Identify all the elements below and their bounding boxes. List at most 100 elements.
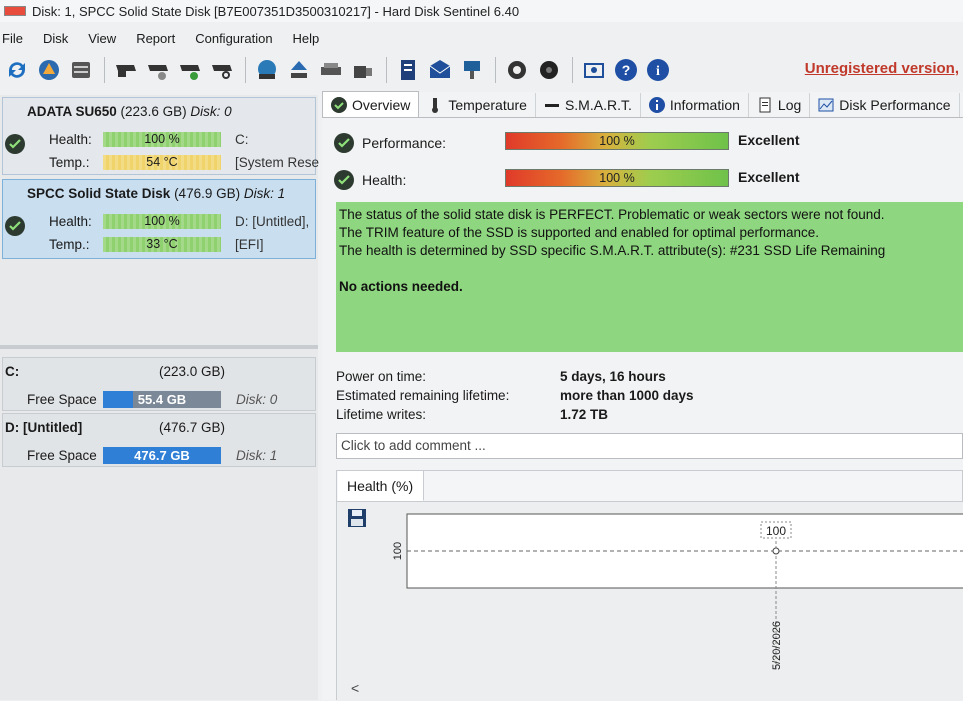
disk-list-icon[interactable] [66, 55, 96, 85]
x-tick-label: 5/20/2026 [771, 621, 783, 670]
performance-label: Performance: [362, 135, 447, 151]
hdd-icon[interactable] [111, 55, 141, 85]
drives-icon[interactable] [316, 55, 346, 85]
sound-icon[interactable] [534, 55, 564, 85]
menu-help[interactable]: Help [291, 31, 332, 46]
disk-size: (476.9 GB) [174, 186, 241, 201]
power-on-value: 5 days, 16 hours [560, 369, 666, 384]
hdd-schedule-icon[interactable] [143, 55, 173, 85]
camera-icon[interactable] [579, 55, 609, 85]
status-line: The health is determined by SSD specific… [339, 243, 886, 258]
panel-splitter[interactable] [0, 345, 318, 349]
window-title: Disk: 1, SPCC Solid State Disk [B7E00735… [32, 3, 520, 19]
disk-card-0[interactable]: ADATA SU650 (223.6 GB) Disk: 0 Health: 1… [2, 97, 320, 175]
power-on-label: Power on time: [336, 369, 427, 384]
toolbar-separator [245, 57, 246, 83]
volume-c[interactable]: C: (223.0 GB) Free Space 55.4 GB Disk: 0 [2, 357, 316, 411]
hdd-search-icon[interactable] [207, 55, 237, 85]
volume-d[interactable]: D: [Untitled] (476.7 GB) Free Space 476.… [2, 413, 316, 467]
thermometer-icon [427, 97, 443, 113]
lifetime-value: more than 1000 days [560, 388, 694, 403]
health-row: Health: [334, 168, 502, 192]
comment-field[interactable]: Click to add comment ... [336, 433, 963, 459]
gear-icon[interactable] [502, 55, 532, 85]
health-chart: 100 100 5/20/2026 [392, 513, 963, 670]
volume-size: (476.7 GB) [159, 420, 226, 435]
status-line: The TRIM feature of the SSD is supported… [339, 225, 820, 240]
free-space-value: 55.4 GB [137, 392, 187, 407]
network-icon[interactable] [457, 55, 487, 85]
usb-drive-icon[interactable] [348, 55, 378, 85]
check-circle-icon [331, 96, 347, 113]
free-space-value: 476.7 GB [134, 448, 190, 463]
health-chart-area: 100 100 5/20/2026 < [337, 501, 963, 701]
free-space-fill [103, 391, 133, 408]
email-icon[interactable] [425, 55, 455, 85]
disk-size: (223.6 GB) [120, 104, 187, 119]
tab-health-chart[interactable]: Health (%) [338, 471, 424, 501]
free-space-bar: 55.4 GB [103, 391, 221, 408]
disk-name: SPCC Solid State Disk [27, 186, 171, 201]
y-tick-label: 100 [392, 542, 404, 560]
tab-overview[interactable]: Overview [322, 91, 420, 117]
title-bar: Disk: 1, SPCC Solid State Disk [B7E00735… [0, 0, 963, 22]
report-icon[interactable] [393, 55, 423, 85]
volume-disk: Disk: 0 [236, 392, 278, 407]
toolbar-separator [572, 57, 573, 83]
toolbar-separator [386, 57, 387, 83]
alert-refresh-icon[interactable] [34, 55, 64, 85]
eject-icon[interactable] [284, 55, 314, 85]
health-label: Health: [362, 172, 407, 188]
globe-disk-icon[interactable] [252, 55, 282, 85]
menu-disk[interactable]: Disk [41, 31, 80, 46]
disk-card-1[interactable]: SPCC Solid State Disk (476.9 GB) Disk: 1… [2, 179, 316, 259]
tab-information[interactable]: Information [641, 93, 749, 117]
health-rating: Excellent [738, 169, 800, 185]
tab-label: Log [777, 97, 802, 113]
scroll-left-icon[interactable]: < [351, 680, 359, 696]
info-icon[interactable]: i [643, 55, 673, 85]
tab-log[interactable]: Log [749, 93, 811, 117]
tab-disk-performance[interactable]: Disk Performance [810, 93, 960, 117]
volume-name: C: [5, 364, 20, 379]
tab-temperature[interactable]: Temperature [419, 93, 536, 117]
status-line: The status of the solid state disk is PE… [339, 207, 885, 222]
dash-icon [544, 97, 560, 113]
document-icon [757, 97, 773, 113]
volume-label-2: [System Rese [235, 155, 320, 170]
menu-file[interactable]: File [0, 31, 35, 46]
unregistered-link[interactable]: Unregistered version, [805, 60, 959, 77]
health-chart-panel: Health (%) 100 100 5/20/2026 < [336, 470, 963, 701]
volume-label: C: [235, 132, 249, 147]
svg-text:?: ? [622, 62, 631, 78]
refresh-icon[interactable] [2, 55, 32, 85]
free-space-label: Free Space [27, 448, 97, 463]
menu-report[interactable]: Report [134, 31, 187, 46]
menu-view[interactable]: View [86, 31, 128, 46]
health-label: Health: [49, 214, 92, 229]
tab-label: S.M.A.R.T. [564, 97, 632, 113]
disk-index: Disk: 1 [243, 186, 286, 201]
tab-bar: Overview Temperature S.M.A.R.T. Informat… [322, 91, 963, 118]
free-space-bar: 476.7 GB [103, 447, 221, 464]
writes-label: Lifetime writes: [336, 407, 427, 422]
toolbar-separator [495, 57, 496, 83]
health-label: Health: [49, 132, 92, 147]
tab-smart[interactable]: S.M.A.R.T. [536, 93, 641, 117]
help-icon[interactable]: ? [611, 55, 641, 85]
data-label: 100 [766, 524, 786, 538]
free-space-label: Free Space [27, 392, 97, 407]
details-panel: Overview Temperature S.M.A.R.T. Informat… [322, 91, 963, 701]
temp-bar: 54 °C [103, 155, 221, 170]
hdd-check-icon[interactable] [175, 55, 205, 85]
health-bar: 100 % [103, 132, 221, 147]
volume-label-2: [EFI] [235, 237, 264, 252]
health-bar: 100 % [103, 214, 221, 229]
temp-bar: 33 °C [103, 237, 221, 252]
app-icon [4, 6, 26, 16]
disk-list-panel: ADATA SU650 (223.6 GB) Disk: 0 Health: 1… [0, 95, 320, 700]
menu-configuration[interactable]: Configuration [193, 31, 284, 46]
tab-label: Temperature [448, 97, 527, 113]
performance-rating: Excellent [738, 132, 800, 148]
tab-label: Disk Performance [839, 97, 951, 113]
